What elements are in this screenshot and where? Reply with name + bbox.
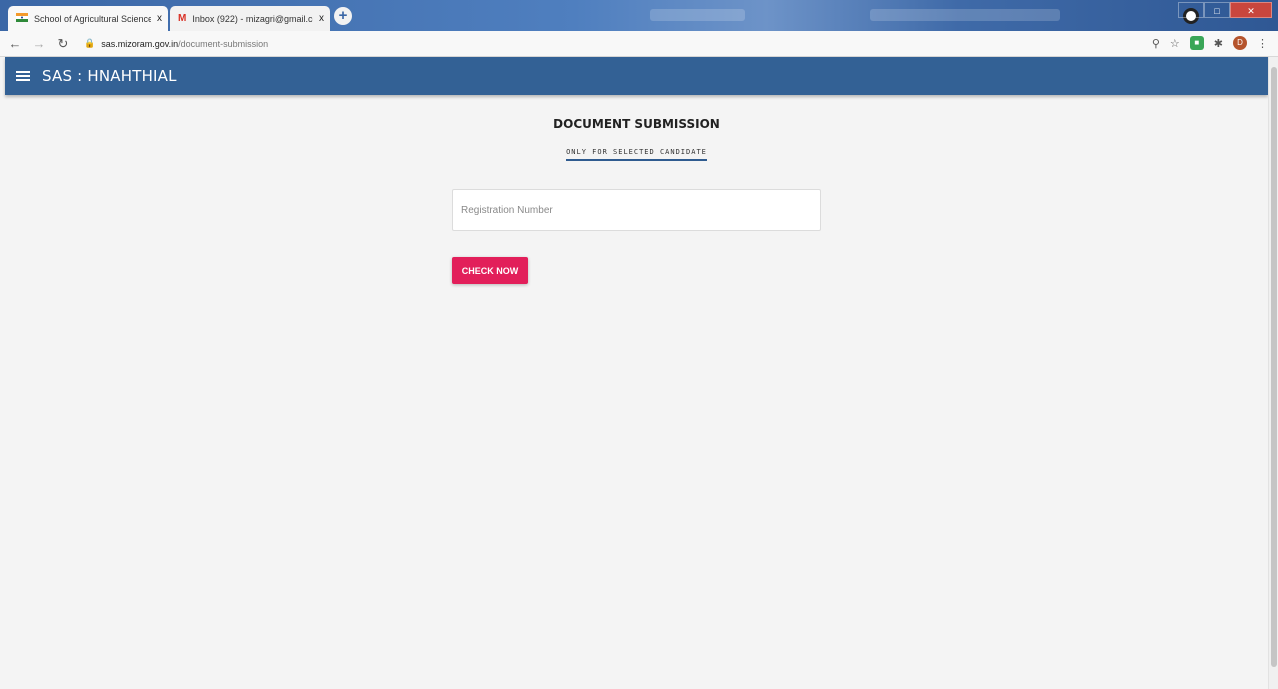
maximize-button[interactable]: □ bbox=[1204, 2, 1230, 18]
window-controls: – □ ✕ bbox=[1178, 2, 1272, 18]
tab-title: School of Agricultural Science bbox=[34, 13, 151, 24]
tab-gmail-inbox[interactable]: M Inbox (922) - mizagri@gmail.com x bbox=[170, 6, 330, 31]
browser-tabstrip: School of Agricultural Science x M Inbox… bbox=[0, 0, 1278, 31]
window-close-button[interactable]: ✕ bbox=[1230, 2, 1272, 18]
browser-toolbar: ← → ↻ 🔒 sas.mizoram.gov.in/document-subm… bbox=[0, 31, 1278, 57]
gmail-icon: M bbox=[178, 13, 187, 24]
india-flag-icon bbox=[16, 12, 28, 25]
minimize-button[interactable]: – bbox=[1178, 2, 1204, 18]
kebab-menu-icon[interactable]: ⋮ bbox=[1257, 37, 1268, 50]
blurred-region bbox=[650, 9, 745, 21]
forward-arrow-icon[interactable]: → bbox=[30, 36, 48, 51]
url-bar[interactable]: sas.mizoram.gov.in/document-submission bbox=[101, 39, 268, 49]
page-title: DOCUMENT SUBMISSION bbox=[553, 117, 720, 131]
subheading-container: ONLY FOR SELECTED CANDIDATE bbox=[5, 141, 1268, 161]
check-now-button[interactable]: CHECK NOW bbox=[452, 257, 528, 284]
extension-icon[interactable]: ■ bbox=[1189, 36, 1204, 50]
app-title: SAS : HNAHTHIAL bbox=[42, 67, 177, 85]
tab-school-of-agricultural-science[interactable]: School of Agricultural Science x bbox=[8, 6, 168, 31]
tab-close-icon[interactable]: x bbox=[157, 13, 162, 24]
tab-title: Inbox (922) - mizagri@gmail.com bbox=[192, 13, 313, 24]
page-scrollbar[interactable] bbox=[1268, 57, 1278, 689]
avatar[interactable]: D bbox=[1233, 36, 1247, 50]
hamburger-menu-icon[interactable] bbox=[16, 69, 30, 83]
registration-number-input[interactable] bbox=[452, 189, 821, 231]
url-path: /document-submission bbox=[178, 38, 269, 49]
key-icon[interactable]: ⚲ bbox=[1152, 37, 1160, 50]
star-icon[interactable]: ☆ bbox=[1170, 37, 1180, 50]
lock-icon[interactable]: 🔒 bbox=[84, 38, 95, 49]
puzzle-icon[interactable]: ✱ bbox=[1214, 37, 1223, 50]
page-content: SAS : HNAHTHIAL DOCUMENT SUBMISSION ONLY… bbox=[5, 57, 1268, 689]
back-arrow-icon[interactable]: ← bbox=[6, 36, 24, 51]
blurred-region bbox=[870, 9, 1060, 21]
tab-close-icon[interactable]: x bbox=[319, 13, 324, 24]
new-tab-button[interactable]: + bbox=[334, 7, 352, 25]
app-header: SAS : HNAHTHIAL bbox=[5, 57, 1268, 95]
reload-icon[interactable]: ↻ bbox=[54, 36, 72, 52]
page-subtitle: ONLY FOR SELECTED CANDIDATE bbox=[566, 148, 707, 161]
scrollbar-thumb[interactable] bbox=[1271, 67, 1277, 667]
toolbar-actions: ⚲ ☆ ■ ✱ D ⋮ bbox=[1152, 36, 1268, 50]
url-host: sas.mizoram.gov.in bbox=[101, 38, 179, 49]
